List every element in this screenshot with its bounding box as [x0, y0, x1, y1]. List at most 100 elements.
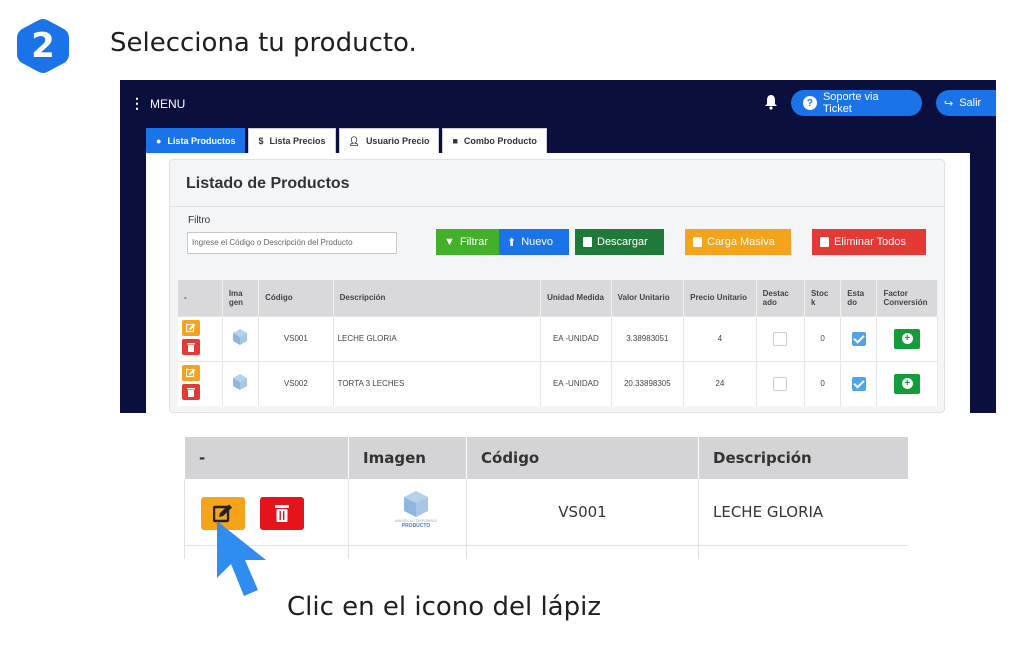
- soporte-button[interactable]: ? Soporte via Ticket: [791, 90, 922, 116]
- column-header: Stoc k: [804, 280, 842, 316]
- column-header: -: [184, 437, 349, 479]
- destacado-checkbox[interactable]: [773, 376, 788, 391]
- table-header-row: - Ima gen Código Descripción Unidad Medi…: [178, 280, 938, 316]
- edit-button[interactable]: [182, 319, 200, 336]
- factor-cell: +: [876, 315, 938, 361]
- pencil-icon: [186, 368, 196, 377]
- factor-conversion-button[interactable]: +: [894, 373, 921, 394]
- product-placeholder-icon: [233, 328, 248, 345]
- pointer-cursor-icon: [217, 521, 266, 596]
- codigo-cell: [466, 545, 699, 559]
- actions-cell: [178, 315, 223, 361]
- filtro-label: Filtro: [188, 215, 211, 226]
- productos-card: Listado de Productos Filtro Ingrese el C…: [169, 159, 945, 413]
- estado-cell: [840, 315, 878, 361]
- excel-file-icon: [583, 237, 592, 247]
- delete-button[interactable]: [182, 338, 200, 355]
- descripcion-cell: [698, 545, 908, 559]
- column-header: Ima gen: [222, 280, 260, 316]
- menu-label: MENU: [150, 96, 186, 111]
- column-header: -: [178, 280, 223, 316]
- image-caption-brand: PRODUCTO: [401, 523, 431, 529]
- zoomed-table-detail: - Imagen Código Descripción VS001 LECHE …: [184, 437, 908, 559]
- factor-cell: +: [876, 360, 938, 406]
- valor-cell: 3.38983051: [611, 315, 685, 361]
- nuevo-button[interactable]: ⬆︎ Nuevo: [499, 229, 569, 255]
- tab-lista-productos[interactable]: ● Lista Productos: [146, 128, 246, 153]
- table-row: VS002 TORTA 3 LECHES EA -UNIDAD 20.33898…: [178, 360, 938, 406]
- eliminar-todos-button[interactable]: Eliminar Todos: [812, 229, 926, 255]
- salir-label: Salir: [959, 97, 982, 109]
- circle-icon: ●: [156, 136, 162, 146]
- filtro-input[interactable]: Ingrese el Código o Descripción del Prod…: [187, 232, 397, 254]
- tab-lista-precios[interactable]: $ Lista Precios: [248, 128, 336, 153]
- estado-checkbox[interactable]: [851, 376, 866, 391]
- filtrar-button[interactable]: ▼ Filtrar: [436, 229, 499, 255]
- descripcion-cell: LECHE GLORIA: [698, 479, 908, 546]
- edit-button[interactable]: [182, 364, 200, 381]
- top-navbar: ⋮ MENU ? Soporte via Ticket ↪ Salir: [120, 80, 996, 126]
- table-row: [184, 545, 908, 559]
- vertical-dots-icon: ⋮: [130, 95, 144, 111]
- pencil-icon: [186, 323, 196, 332]
- tab-label: Usuario Precio: [365, 136, 430, 146]
- descripcion-cell: TORTA 3 LECHES: [333, 360, 542, 406]
- menu-button[interactable]: ⋮ MENU: [130, 95, 185, 112]
- column-header: Código: [258, 280, 334, 316]
- carga-masiva-button[interactable]: Carga Masiva: [685, 229, 791, 255]
- button-label: Descargar: [597, 236, 648, 248]
- app-screenshot: ⋮ MENU ? Soporte via Ticket ↪ Salir ● Li…: [120, 80, 996, 413]
- table-header-row: - Imagen Código Descripción: [184, 437, 908, 479]
- trash-icon: [820, 237, 829, 247]
- step-title: Selecciona tu producto.: [110, 28, 417, 58]
- button-label: Nuevo: [521, 236, 554, 248]
- valor-cell: 20.33898305: [611, 360, 685, 406]
- delete-button[interactable]: [182, 383, 200, 400]
- column-header: Factor Conversión: [876, 280, 938, 316]
- bell-icon[interactable]: [764, 94, 778, 110]
- product-placeholder-icon: [233, 373, 248, 390]
- column-header: Imagen: [348, 437, 467, 479]
- step-number: 2: [31, 26, 55, 66]
- codigo-cell: VS002: [258, 360, 334, 406]
- trash-icon: [187, 342, 195, 352]
- salir-button[interactable]: ↪ Salir: [936, 90, 996, 116]
- destacado-cell: [756, 360, 805, 406]
- instruction-caption: Clic en el icono del lápiz: [287, 592, 601, 622]
- tab-combo-producto[interactable]: ■ Combo Producto: [442, 128, 547, 153]
- precio-cell: 24: [683, 360, 757, 406]
- product-image: IMAGEN NO DISPONIBLE PRODUCTO: [386, 489, 446, 541]
- question-icon: ?: [803, 96, 817, 110]
- image-cell: [348, 545, 467, 559]
- tab-label: Lista Productos: [167, 136, 236, 146]
- image-cell: [222, 315, 260, 361]
- bag-icon: ■: [452, 136, 458, 146]
- codigo-cell: VS001: [258, 315, 334, 361]
- column-header: Descripción: [333, 280, 542, 316]
- precio-cell: 4: [683, 315, 757, 361]
- tab-label: Lista Precios: [269, 136, 326, 146]
- unidad-cell: EA -UNIDAD: [540, 360, 612, 406]
- descargar-button[interactable]: Descargar: [575, 229, 664, 255]
- codigo-cell: VS001: [466, 479, 699, 546]
- factor-conversion-button[interactable]: +: [894, 328, 921, 349]
- tab-label: Combo Producto: [463, 136, 537, 146]
- image-cell: [222, 360, 260, 406]
- card-title: Listado de Productos: [186, 175, 350, 192]
- plus-circle-icon: +: [901, 333, 913, 344]
- column-header: Valor Unitario: [611, 280, 685, 316]
- actions-cell: [178, 360, 223, 406]
- destacado-checkbox[interactable]: [773, 331, 788, 346]
- filter-icon: ▼: [444, 236, 455, 248]
- button-label: Carga Masiva: [707, 236, 775, 248]
- button-label: Filtrar: [459, 236, 488, 248]
- estado-checkbox[interactable]: [851, 331, 866, 346]
- estado-cell: [840, 360, 878, 406]
- button-label: Eliminar Todos: [834, 236, 906, 248]
- upload-icon: ⬆︎: [507, 236, 517, 249]
- column-header: Descripción: [698, 437, 908, 479]
- tab-usuario-precio[interactable]: 👤︎ Usuario Precio: [338, 128, 440, 153]
- dollar-icon: $: [258, 136, 264, 146]
- descripcion-cell: LECHE GLORIA: [333, 315, 542, 361]
- column-header: Destac ado: [756, 280, 805, 316]
